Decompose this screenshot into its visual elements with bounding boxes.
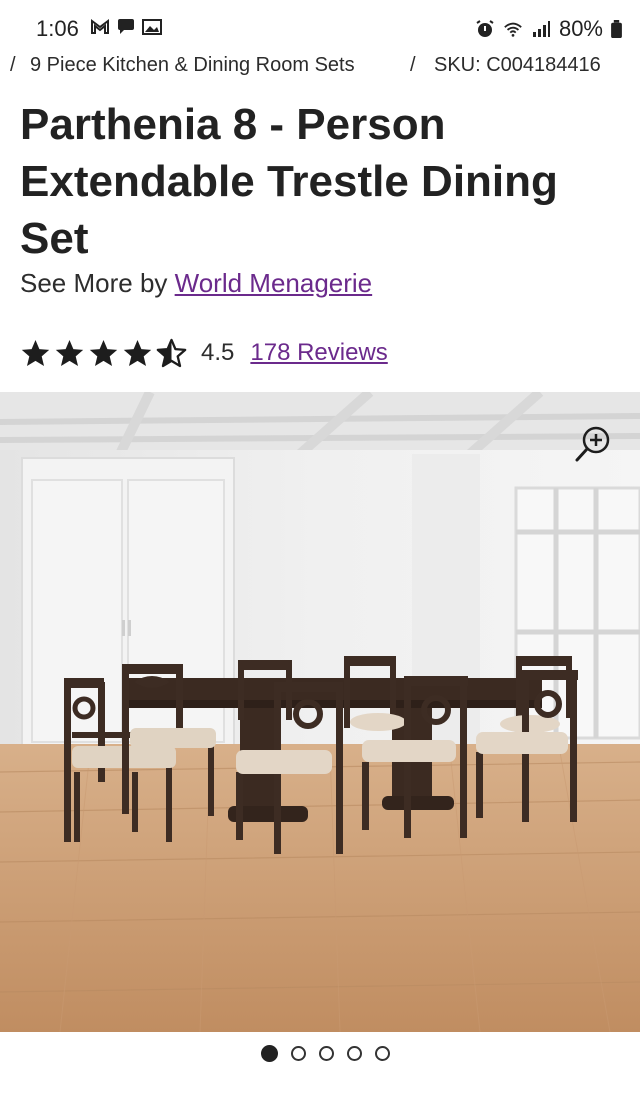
star-full-icon bbox=[89, 339, 118, 366]
star-full-icon bbox=[123, 339, 152, 366]
chat-icon bbox=[118, 19, 134, 34]
rating-row: 4.5 178 Reviews bbox=[20, 336, 388, 370]
status-bar: 1:06 80% bbox=[0, 0, 640, 46]
signal-icon bbox=[532, 21, 550, 37]
see-more-by: See More by World Menagerie bbox=[20, 268, 372, 299]
notification-icons bbox=[90, 18, 162, 36]
carousel-dot-3[interactable] bbox=[318, 1045, 334, 1061]
rating-value: 4.5 bbox=[201, 339, 235, 366]
product-title: Parthenia 8 - Person Extendable Trestle … bbox=[20, 96, 620, 267]
zoom-in-icon[interactable] bbox=[574, 424, 612, 464]
alarm-icon bbox=[476, 20, 494, 37]
star-half-icon bbox=[156, 338, 187, 367]
title-line-2: Extendable Trestle Dining bbox=[20, 157, 558, 206]
title-line-1: Parthenia 8 - Person bbox=[20, 100, 446, 149]
battery-icon bbox=[611, 20, 622, 38]
carousel-dot-5[interactable] bbox=[374, 1045, 390, 1061]
star-rating bbox=[20, 338, 187, 369]
carousel-dot-4[interactable] bbox=[346, 1045, 362, 1061]
photo-icon bbox=[142, 19, 162, 35]
system-icons: 80% bbox=[475, 16, 622, 42]
star-full-icon bbox=[21, 339, 50, 366]
breadcrumb-separator: / bbox=[410, 54, 416, 76]
title-line-3: Set bbox=[20, 214, 89, 263]
status-time: 1:06 bbox=[36, 16, 79, 41]
battery-percent: 80% bbox=[558, 16, 603, 41]
see-more-prefix: See More by bbox=[20, 268, 168, 298]
star-full-icon bbox=[55, 339, 84, 366]
dining-set-illustration bbox=[0, 392, 640, 1032]
brand-link[interactable]: World Menagerie bbox=[175, 268, 373, 298]
carousel-dot-2[interactable] bbox=[290, 1045, 306, 1061]
carousel-dot-1[interactable] bbox=[260, 1044, 278, 1062]
product-image[interactable] bbox=[0, 392, 640, 1032]
gmail-icon bbox=[91, 19, 109, 34]
breadcrumb-category-link[interactable]: 9 Piece Kitchen & Dining Room Sets bbox=[30, 54, 355, 77]
breadcrumb: / 9 Piece Kitchen & Dining Room Sets / S… bbox=[0, 50, 640, 82]
wifi-icon bbox=[504, 22, 522, 37]
breadcrumb-sku: SKU: C004184416 bbox=[434, 54, 601, 76]
carousel-dots bbox=[0, 1040, 640, 1066]
breadcrumb-separator-left: / bbox=[10, 54, 16, 76]
reviews-link[interactable]: 178 Reviews bbox=[250, 339, 387, 367]
